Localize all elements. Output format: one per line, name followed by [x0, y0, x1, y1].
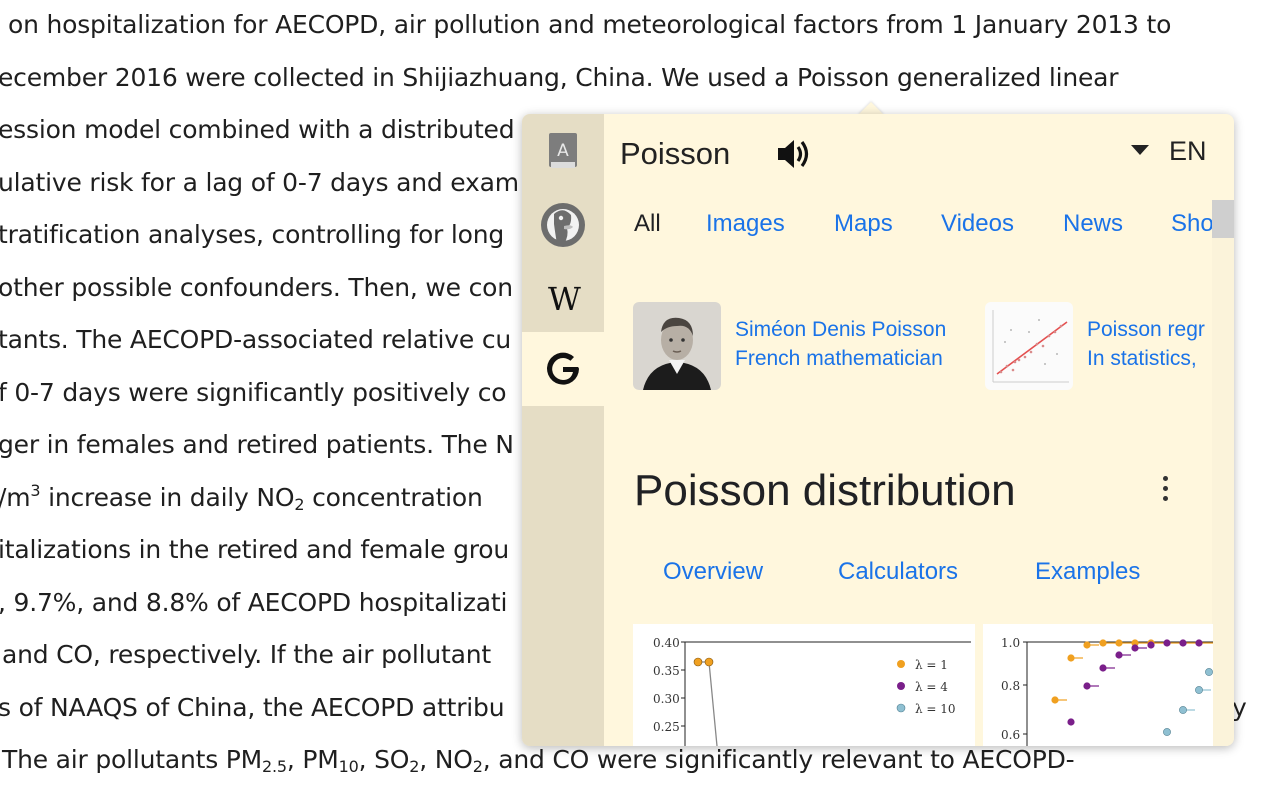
- article-line: /m3 increase in daily NO2 concentration: [0, 481, 483, 515]
- article-line: tratification analyses, controlling for …: [0, 220, 505, 249]
- scrollbar[interactable]: [1212, 200, 1234, 746]
- svg-text:0.25: 0.25: [653, 720, 680, 734]
- result-title[interactable]: Siméon Denis Poisson: [735, 318, 946, 342]
- tab-maps[interactable]: Maps: [834, 210, 893, 238]
- result-card-poisson-person[interactable]: Siméon Denis Poisson French mathematicia…: [633, 302, 963, 390]
- tab-news[interactable]: News: [1063, 210, 1123, 238]
- regression-thumbnail: [985, 302, 1073, 390]
- article-line: and CO, respectively. If the air polluta…: [2, 640, 491, 669]
- article-line: on hospitalization for AECOPD, air pollu…: [8, 10, 1172, 39]
- svg-text:0.35: 0.35: [653, 664, 680, 678]
- svg-text:0.40: 0.40: [653, 636, 680, 650]
- article-line: s of NAAQS of China, the AECOPD attribu: [0, 693, 505, 722]
- cdf-plot-image[interactable]: 1.0 0.8 0.6: [983, 624, 1213, 746]
- tab-shopping[interactable]: Sho: [1171, 210, 1214, 238]
- speaker-icon[interactable]: [774, 135, 812, 177]
- result-subtitle: In statistics,: [1087, 347, 1197, 370]
- article-line: other possible confounders. Then, we con: [0, 273, 513, 302]
- kp-tab-overview[interactable]: Overview: [663, 558, 763, 586]
- article-line: The air pollutants PM2.5, PM10, SO2, NO2…: [2, 745, 1075, 776]
- wikipedia-icon: W: [548, 280, 581, 318]
- knowledge-panel-title: Poisson distribution: [634, 466, 1016, 515]
- svg-text:λ = 4: λ = 4: [915, 680, 948, 694]
- portrait-thumbnail: [633, 302, 721, 390]
- svg-text:λ = 1: λ = 1: [915, 658, 948, 672]
- dictionary-icon: A: [549, 133, 577, 168]
- result-title[interactable]: Poisson regr: [1087, 318, 1205, 342]
- more-options-icon[interactable]: [1160, 476, 1170, 504]
- result-subtitle: French mathematician: [735, 347, 943, 370]
- pmf-plot-image[interactable]: 0.40 0.35 0.30 0.25 λ = 1 λ = 4 λ = 10: [633, 624, 975, 746]
- tab-videos[interactable]: Videos: [941, 210, 1014, 238]
- article-line: , 9.7%, and 8.8% of AECOPD hospitalizati: [0, 588, 508, 617]
- article-line: ulative risk for a lag of 0-7 days and e…: [0, 168, 519, 197]
- kp-tab-calculators[interactable]: Calculators: [838, 558, 958, 586]
- duckduckgo-source-button[interactable]: [522, 188, 604, 262]
- duckduckgo-icon: [541, 203, 585, 247]
- svg-text:0.6: 0.6: [1001, 728, 1020, 742]
- article-line: f 0-7 days were significantly positively…: [0, 378, 507, 407]
- language-selector[interactable]: EN: [1169, 136, 1207, 167]
- svg-text:λ = 10: λ = 10: [915, 702, 956, 716]
- dictionary-source-button[interactable]: A: [522, 114, 604, 188]
- svg-text:1.0: 1.0: [1001, 636, 1020, 650]
- tab-all[interactable]: All: [634, 210, 661, 238]
- google-source-button[interactable]: [522, 332, 604, 406]
- article-line: ession model combined with a distributed: [0, 115, 515, 144]
- chevron-down-icon[interactable]: [1131, 145, 1149, 155]
- article-line: ger in females and retired patients. The…: [0, 430, 514, 459]
- article-line: ecember 2016 were collected in Shijiazhu…: [0, 63, 1119, 92]
- result-card-poisson-regression[interactable]: Poisson regr In statistics,: [985, 302, 1215, 390]
- svg-text:0.30: 0.30: [653, 692, 680, 706]
- article-line: italizations in the retired and female g…: [0, 535, 510, 564]
- source-sidebar: A W: [522, 114, 604, 746]
- lookup-popup: A W Poisson EN All Images Maps Videos Ne…: [522, 114, 1234, 746]
- lookup-word: Poisson: [620, 136, 731, 171]
- kp-tab-examples[interactable]: Examples: [1035, 558, 1140, 586]
- popup-content: Poisson EN All Images Maps Videos News S…: [604, 114, 1234, 746]
- wikipedia-source-button[interactable]: W: [522, 262, 604, 336]
- article-line: tants. The AECOPD-associated relative cu: [0, 325, 512, 354]
- google-icon: [547, 352, 579, 385]
- svg-text:A: A: [557, 141, 569, 161]
- svg-text:0.8: 0.8: [1001, 679, 1020, 693]
- article-line-edge: y: [1232, 693, 1247, 722]
- tab-images[interactable]: Images: [706, 210, 785, 238]
- scroll-thumb[interactable]: [1212, 200, 1234, 238]
